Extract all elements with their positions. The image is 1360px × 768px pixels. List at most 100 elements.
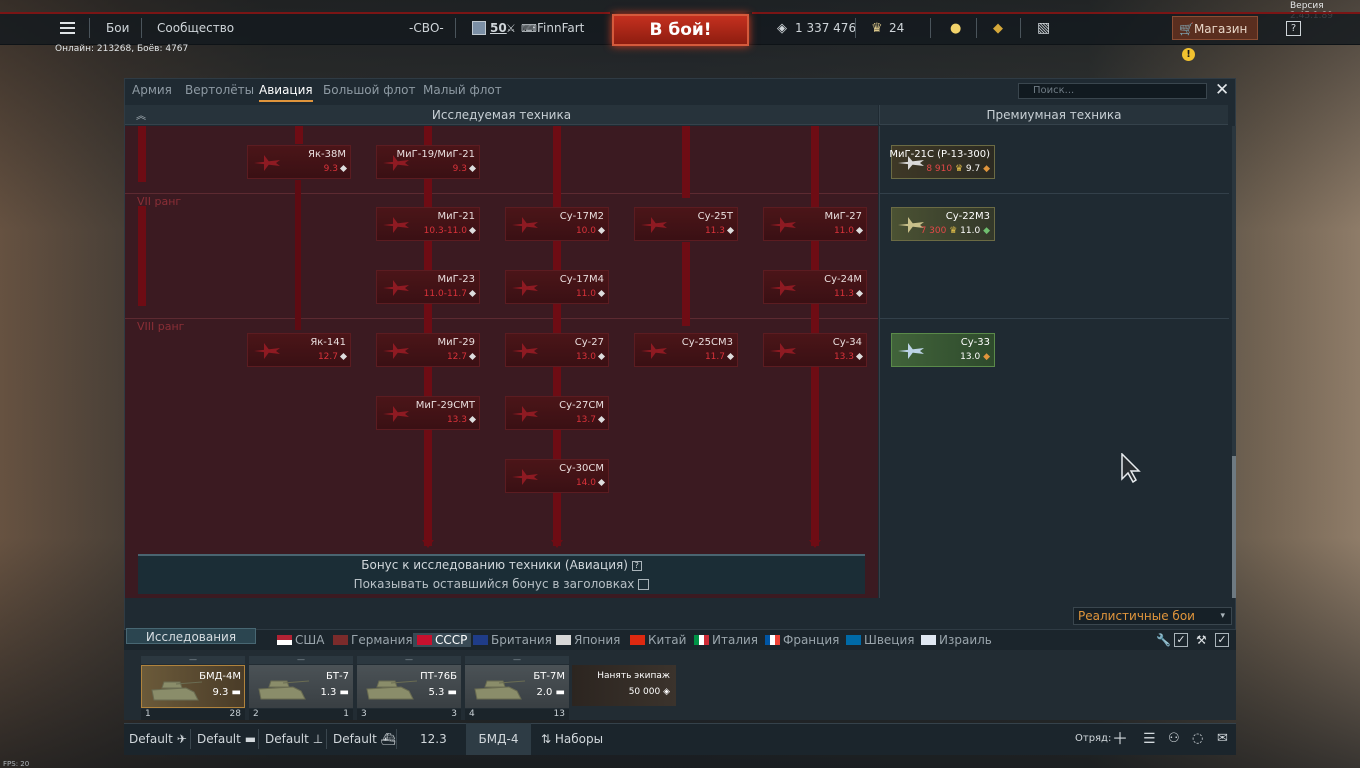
- chat-icon[interactable]: ◌: [1192, 723, 1203, 755]
- nation-tab[interactable]: Германия: [333, 633, 413, 647]
- tab-bluewater-fleet[interactable]: Большой флот: [323, 78, 416, 102]
- vehicle-card[interactable]: Су-34 13.3: [763, 333, 867, 367]
- tab-coastal-fleet[interactable]: Малый флот: [423, 78, 502, 102]
- coupon-icon[interactable]: ▧: [1037, 12, 1050, 45]
- vehicle-card[interactable]: Су-30СМ 14.0: [505, 459, 609, 493]
- nation-tab[interactable]: Израиль: [921, 633, 992, 647]
- vehicle-card[interactable]: Су-27СМ 13.7: [505, 396, 609, 430]
- to-battle-button[interactable]: В бой!: [612, 14, 749, 46]
- squadron-tag[interactable]: -СВО-: [409, 12, 444, 45]
- tab-aviation[interactable]: Авиация: [259, 78, 313, 102]
- game-mode-select[interactable]: Реалистичные бои ▾: [1073, 607, 1232, 625]
- nation-tab[interactable]: Китай: [630, 633, 686, 647]
- collapse-icon[interactable]: ︽: [136, 107, 146, 122]
- add-squad-icon[interactable]: ＋: [1112, 723, 1128, 755]
- vehicle-card[interactable]: МиГ-21 10.3-11.0: [376, 207, 480, 241]
- flag-icon: [277, 635, 292, 645]
- vehicle-name: Як-38М: [308, 149, 346, 160]
- vehicle-card[interactable]: МиГ-29 12.7: [376, 333, 480, 367]
- community-menu[interactable]: Сообщество: [157, 12, 234, 45]
- premium-vehicle-card[interactable]: МиГ-21С (Р-13-300) 8 910 ♛ 9.7 ◆: [889, 145, 995, 179]
- check-icon[interactable]: ✓: [1174, 633, 1188, 647]
- research-button[interactable]: Исследования: [126, 628, 256, 644]
- premium-account-icon[interactable]: ◆: [993, 12, 1003, 45]
- vehicle-card[interactable]: Су-17М4 11.0: [505, 270, 609, 304]
- presets-button[interactable]: ⇅ Наборы: [541, 723, 603, 755]
- tab-helicopters[interactable]: Вертолёты: [185, 78, 254, 102]
- contacts-icon[interactable]: ⚇: [1168, 723, 1180, 755]
- jet-icon: [510, 340, 540, 362]
- top-bar-accent-left: [0, 12, 610, 14]
- scrollbar-thumb[interactable]: [1232, 456, 1236, 598]
- jet-icon: [510, 403, 540, 425]
- ground-preset-button[interactable]: Default ▬: [197, 723, 256, 755]
- vehicle-card[interactable]: Су-25СМ3 11.7: [634, 333, 738, 367]
- close-icon[interactable]: ✕: [1215, 81, 1229, 99]
- crew-slot[interactable]: — БТ-7 1.3 ▬ 2 1: [249, 656, 353, 720]
- silver-balance[interactable]: 1 337 476: [795, 12, 856, 45]
- vehicle-card[interactable]: Су-27 13.0: [505, 333, 609, 367]
- battles-menu[interactable]: Бои: [106, 12, 129, 45]
- vehicle-name: МиГ-23: [437, 274, 475, 285]
- jet-icon: [768, 340, 798, 362]
- vehicle-br: 14.0: [576, 478, 606, 488]
- air-preset-button[interactable]: Default ✈: [129, 723, 187, 755]
- nation-tab[interactable]: СССР: [413, 633, 472, 647]
- premium-vehicle-card[interactable]: Су-22М3 7 300 ♛ 11.0 ◆: [891, 207, 995, 241]
- vehicle-br: 11.3: [705, 226, 735, 236]
- jet-icon: [252, 152, 282, 174]
- tree-line: [295, 180, 301, 330]
- search-input[interactable]: Поиск...: [1018, 83, 1207, 99]
- nation-tab[interactable]: Британия: [473, 633, 552, 647]
- vehicle-card[interactable]: МиГ-19/МиГ-21 9.3: [376, 145, 480, 179]
- gold-balance[interactable]: 24: [889, 12, 904, 45]
- crew-slot[interactable]: — БМД-4М 9.3 ▬ 1 28: [141, 656, 245, 720]
- vehicle-name: БМД-4М: [199, 671, 241, 682]
- naval-preset-button[interactable]: Default ⛴: [333, 723, 396, 755]
- tree-arrow: [551, 540, 563, 548]
- help-button[interactable]: ?: [1286, 21, 1301, 36]
- show-bonus-checkbox[interactable]: [638, 579, 650, 590]
- vehicle-br: 9.3: [453, 164, 477, 174]
- avatar[interactable]: [472, 21, 486, 35]
- wrench-icon[interactable]: 🔧: [1156, 633, 1171, 647]
- tab-army[interactable]: Армия: [132, 78, 172, 102]
- info-icon[interactable]: ?: [631, 560, 642, 571]
- jet-icon: [381, 403, 411, 425]
- jet-icon: [510, 277, 540, 299]
- crew-level: 28: [229, 709, 241, 719]
- nation-tab[interactable]: Япония: [556, 633, 620, 647]
- show-bonus-option[interactable]: Показывать оставшийся бонус в заголовках: [138, 577, 865, 591]
- vehicle-card[interactable]: МиГ-27 11.0: [763, 207, 867, 241]
- vehicle-name: Су-17М4: [559, 274, 604, 285]
- nation-tab[interactable]: Франция: [765, 633, 839, 647]
- menu-icon[interactable]: [60, 22, 75, 34]
- mail-icon[interactable]: ✉: [1217, 723, 1228, 755]
- player-nickname[interactable]: FinnFart: [537, 12, 584, 45]
- vehicle-card[interactable]: Як-38М 9.3: [247, 145, 351, 179]
- jet-icon: [768, 214, 798, 236]
- rank-label-viii: VIII ранг: [137, 320, 185, 333]
- list-icon[interactable]: ☰: [1143, 723, 1156, 755]
- repair-all-icon[interactable]: ⚒: [1196, 633, 1207, 647]
- vehicle-card[interactable]: Су-24М 11.3: [763, 270, 867, 304]
- check-icon[interactable]: ✓: [1215, 633, 1229, 647]
- crew-number: 3: [361, 709, 367, 719]
- vehicle-card[interactable]: Як-141 12.7: [247, 333, 351, 367]
- premium-vehicle-card[interactable]: Су-33 13.0 ◆: [891, 333, 995, 367]
- vehicle-card[interactable]: Су-25Т 11.3: [634, 207, 738, 241]
- vehicle-card[interactable]: МиГ-23 11.0-11.7: [376, 270, 480, 304]
- vehicle-card[interactable]: МиГ-29СМТ 13.3: [376, 396, 480, 430]
- nation-tab[interactable]: Италия: [694, 633, 758, 647]
- crew-slot[interactable]: — ПТ-76Б 5.3 ▬ 3 3: [357, 656, 461, 720]
- infantry-preset-button[interactable]: Default ⊥: [265, 723, 323, 755]
- nation-tab[interactable]: Швеция: [846, 633, 914, 647]
- lightbulb-icon[interactable]: ●: [950, 12, 961, 45]
- vehicle-card[interactable]: Су-17М2 10.0: [505, 207, 609, 241]
- rank-progress-bar: [138, 126, 146, 182]
- nation-tab[interactable]: США: [277, 633, 324, 647]
- shop-button[interactable]: 🛒Магазин !: [1172, 16, 1258, 61]
- preset-name-tab[interactable]: БМД-4: [466, 723, 531, 755]
- crew-slot[interactable]: — БТ-7М 2.0 ▬ 4 13: [465, 656, 569, 720]
- hire-crew-slot[interactable]: Нанять экипаж 50 000 ◈: [572, 665, 676, 706]
